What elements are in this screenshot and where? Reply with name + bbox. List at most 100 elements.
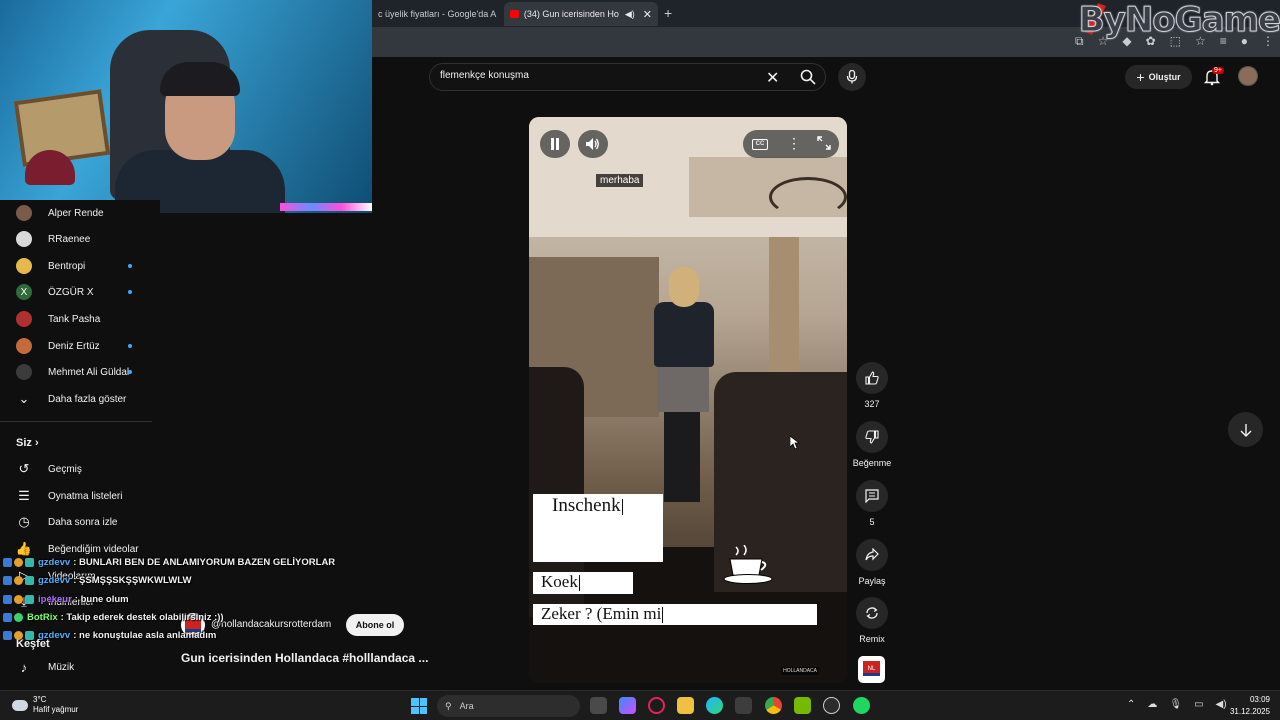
channel-avatar <box>16 258 32 274</box>
channel-handle[interactable]: @hollandacakursrotterdam <box>211 619 331 630</box>
live-dot <box>128 344 132 348</box>
sidebar-sub-bentropi[interactable]: Bentropi <box>0 253 155 279</box>
chat-username: gzdevv <box>38 629 71 641</box>
notification-badge: 9+ <box>1212 67 1224 74</box>
date: 31.12.2025 <box>1229 707 1270 716</box>
comments-button[interactable]: 5 <box>852 480 892 527</box>
voice-search-button[interactable] <box>838 63 866 91</box>
share-circle <box>856 539 888 571</box>
svg-text:NL: NL <box>868 666 876 672</box>
network-icon[interactable]: ▭ <box>1194 699 1203 710</box>
search-icon <box>800 69 816 85</box>
text-cursor <box>662 607 664 624</box>
player-controls-group: CC ⋮ <box>743 130 839 158</box>
word-card-text: Inschenk <box>552 495 621 516</box>
vip-badge-icon <box>25 575 34 585</box>
video-title[interactable]: Gun icerisinden Hollandaca #holllandaca … <box>181 651 428 665</box>
remix-icon <box>866 607 878 619</box>
opera-icon[interactable] <box>648 697 665 714</box>
browser-tab-youtube[interactable]: (34) Gun icerisinden Hollan ◀) ✕ <box>504 2 658 26</box>
copilot-icon[interactable] <box>619 697 636 714</box>
bynogame-watermark: ByNoGame <box>1078 0 1280 41</box>
sidebar-sub-mehmet-ali-guldal[interactable]: Mehmet Ali Güldal <box>0 359 155 385</box>
microsoft-store-icon[interactable] <box>735 697 752 714</box>
weather-widget[interactable]: 3°C Hafif yağmur <box>12 695 78 715</box>
sidebar-item-playlists[interactable]: ☰ Oynatma listeleri <box>0 483 155 509</box>
create-label: Oluştur <box>1148 72 1181 82</box>
pause-button[interactable] <box>540 130 570 158</box>
word-card-text: Zeker ? (Emin mi <box>541 604 662 623</box>
plus-icon: + <box>1136 69 1145 85</box>
microphone-icon[interactable]: 🎙 <box>1169 699 1182 710</box>
channel-thumbnail[interactable]: NL <box>858 656 885 683</box>
chat-username: gzdevv <box>38 574 71 586</box>
chat-message: BotRix : Takip ederek destek olabilirsin… <box>3 610 224 624</box>
time: 03:09 <box>1249 695 1270 704</box>
new-tab-button[interactable]: + <box>664 5 672 21</box>
rain-cloud-icon <box>12 699 28 711</box>
channel-avatar <box>16 364 32 380</box>
channel-avatar <box>16 231 32 247</box>
sidebar-sub-deniz-ertuz[interactable]: Deniz Ertüz <box>0 333 155 359</box>
tab-label: (34) Gun icerisinden Hollan <box>523 9 619 19</box>
task-view-icon[interactable] <box>590 697 607 714</box>
sidebar-item-music[interactable]: ♪ Müzik <box>0 654 155 680</box>
sidebar-item-watch-later[interactable]: ◷ Daha sonra izle <box>0 509 155 535</box>
taskbar-clock[interactable]: 03:09 31.12.2025 <box>1222 694 1270 718</box>
fullscreen-icon[interactable] <box>817 136 831 150</box>
obs-icon[interactable] <box>823 697 840 714</box>
share-button[interactable]: Paylaş <box>852 539 892 586</box>
chat-username: BotRix <box>27 611 58 623</box>
search-box: ✕ <box>429 63 826 91</box>
sidebar-sub-ozgur-x[interactable]: X ÖZGÜR X <box>0 279 155 305</box>
search-input[interactable] <box>440 70 760 81</box>
close-tab-icon[interactable]: ✕ <box>643 8 652 21</box>
cloud-icon[interactable]: ☁ <box>1147 699 1157 710</box>
taskbar-search-placeholder: Ara <box>459 701 474 711</box>
live-dot <box>128 290 132 294</box>
dislike-button[interactable]: Beğenme <box>852 421 892 468</box>
shorts-video-player[interactable]: CC ⋮ merhaba Inschenk Koek Zeker ? (Emin… <box>529 117 847 683</box>
playlist-icon: ☰ <box>18 488 30 503</box>
subscribe-button[interactable]: Abone ol <box>346 614 404 636</box>
channel-logo-icon: NL <box>863 661 880 676</box>
nvidia-icon[interactable] <box>794 697 811 714</box>
sidebar-item-label: Tank Pasha <box>48 313 101 325</box>
vip-badge-icon <box>25 557 34 567</box>
search-button[interactable] <box>789 63 826 91</box>
more-options-icon[interactable]: ⋮ <box>787 135 801 152</box>
edge-icon[interactable] <box>706 697 723 714</box>
you-heading-text: Siz <box>16 437 32 449</box>
system-tray: ⌃ ☁ 🎙 ▭ ◀) <box>1127 699 1227 710</box>
create-button[interactable]: + Oluştur <box>1125 65 1192 89</box>
dislike-circle <box>856 421 888 453</box>
clear-search-icon[interactable]: ✕ <box>766 68 779 88</box>
sidebar-item-label: Daha sonra izle <box>48 516 118 528</box>
chrome-icon[interactable] <box>765 697 782 714</box>
remix-button[interactable]: Remix <box>852 597 892 644</box>
spotify-icon[interactable] <box>853 697 870 714</box>
taskbar-search[interactable]: ⚲ Ara <box>437 695 580 717</box>
browser-tab-google[interactable]: c üyelik fiyatları - Google'da A <box>372 2 502 26</box>
windows-start-icon[interactable] <box>411 698 427 714</box>
like-button[interactable]: 327 <box>852 362 892 409</box>
sidebar-item-label: Beğendiğim videolar <box>48 543 139 555</box>
account-avatar[interactable] <box>1238 66 1258 86</box>
volume-button[interactable] <box>578 130 608 158</box>
sidebar-sub-alper-rende[interactable]: Alper Rende <box>0 200 155 226</box>
sidebar-sub-rraenee[interactable]: RRaenee <box>0 226 155 252</box>
sidebar-heading-label: Siz › <box>16 437 39 449</box>
kick-badge-icon <box>3 557 12 567</box>
sidebar-show-more[interactable]: ⌄ Daha fazla göster <box>0 386 155 412</box>
sidebar-you-heading[interactable]: Siz › <box>0 430 155 456</box>
file-explorer-icon[interactable] <box>677 697 694 714</box>
sidebar-sub-tank-pasha[interactable]: Tank Pasha <box>0 306 155 332</box>
live-dot <box>128 370 132 374</box>
chevron-up-icon[interactable]: ⌃ <box>1127 699 1135 710</box>
sidebar-item-history[interactable]: ↺ Geçmiş <box>0 456 155 482</box>
closed-captions-icon[interactable]: CC <box>752 139 768 150</box>
speaker-icon[interactable]: ◀) <box>625 9 635 20</box>
next-short-button[interactable] <box>1228 412 1263 447</box>
comment-count: 5 <box>869 517 875 527</box>
chat-message: ipekeur : bune olum <box>3 592 129 606</box>
